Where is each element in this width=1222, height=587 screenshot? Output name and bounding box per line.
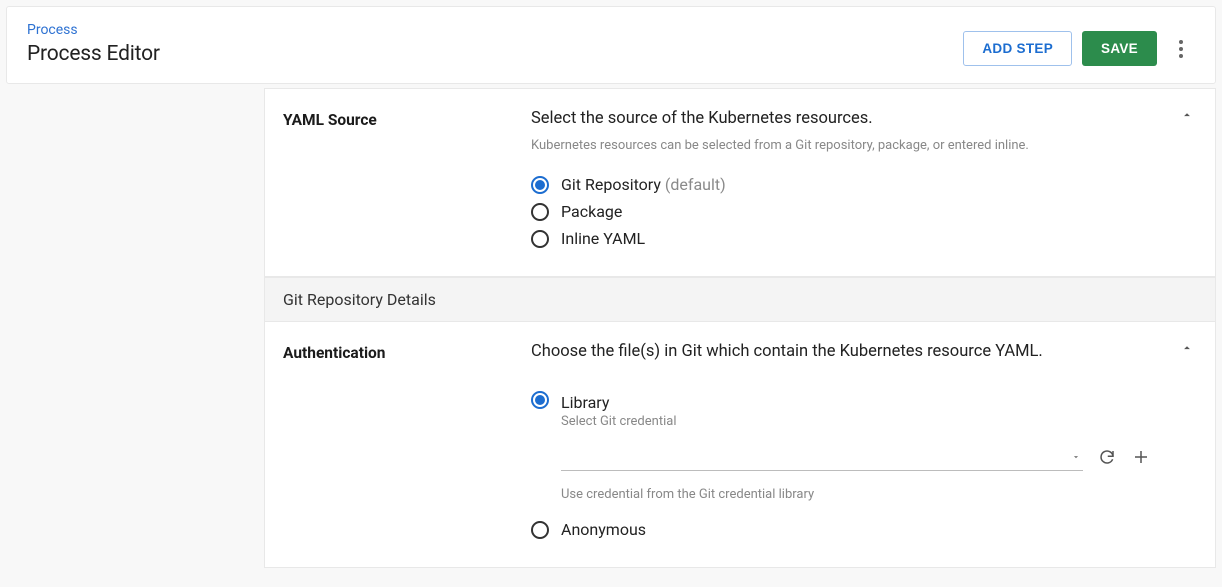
radio-label: Inline YAML [561, 229, 645, 248]
radio-icon [531, 176, 549, 194]
yaml-source-desc: Select the source of the Kubernetes reso… [531, 109, 1151, 128]
header-actions: ADD STEP SAVE [963, 31, 1195, 66]
git-credential-row [561, 443, 1151, 471]
kebab-icon [1179, 40, 1183, 58]
library-label: Library [561, 393, 1151, 412]
yaml-source-section: YAML Source Select the source of the Kub… [265, 89, 1215, 277]
radio-inline-yaml[interactable]: Inline YAML [531, 229, 1151, 248]
chevron-up-icon [1180, 108, 1194, 122]
breadcrumb[interactable]: Process [27, 22, 160, 38]
authentication-body: Choose the file(s) in Git which contain … [531, 342, 1191, 539]
library-field-hint: Use credential from the Git credential l… [561, 487, 1151, 502]
radio-label: Package [561, 202, 622, 221]
dropdown-caret-icon [1071, 452, 1081, 462]
refresh-icon [1098, 448, 1116, 466]
radio-library[interactable]: Library Select Git credential [531, 389, 1151, 520]
main-column: YAML Source Select the source of the Kub… [264, 88, 1216, 568]
radio-icon [531, 203, 549, 221]
yaml-source-radio-group: Git Repository (default) Package Inline … [531, 175, 1151, 248]
authentication-desc: Choose the file(s) in Git which contain … [531, 342, 1151, 361]
refresh-credentials-button[interactable] [1097, 447, 1117, 467]
collapse-toggle[interactable] [1177, 338, 1197, 358]
add-step-button[interactable]: ADD STEP [963, 31, 1072, 66]
yaml-source-hint: Kubernetes resources can be selected fro… [531, 138, 1151, 153]
radio-label: Anonymous [561, 520, 646, 539]
radio-git-repository[interactable]: Git Repository (default) [531, 175, 1151, 194]
library-subhint: Select Git credential [561, 414, 1151, 429]
authentication-label: Authentication [283, 342, 531, 539]
authentication-section: Authentication Choose the file(s) in Git… [265, 322, 1215, 567]
plus-icon [1132, 448, 1150, 466]
editor-body: YAML Source Select the source of the Kub… [6, 88, 1216, 568]
radio-anonymous[interactable]: Anonymous [531, 520, 1151, 539]
left-gutter [6, 88, 264, 568]
collapse-toggle[interactable] [1177, 105, 1197, 125]
yaml-source-label: YAML Source [283, 109, 531, 248]
chevron-up-icon [1180, 341, 1194, 355]
radio-icon [531, 521, 549, 539]
radio-label: Git Repository (default) [561, 175, 726, 194]
git-credential-select[interactable] [561, 443, 1083, 471]
radio-package[interactable]: Package [531, 202, 1151, 221]
page-title: Process Editor [27, 42, 160, 66]
header-titles: Process Process Editor [27, 22, 160, 66]
page-header: Process Process Editor ADD STEP SAVE [6, 6, 1216, 84]
git-repo-details-header: Git Repository Details [265, 277, 1215, 322]
radio-icon [531, 230, 549, 248]
save-button[interactable]: SAVE [1082, 31, 1157, 66]
yaml-source-body: Select the source of the Kubernetes reso… [531, 109, 1191, 248]
overflow-menu-button[interactable] [1167, 33, 1195, 65]
radio-icon [531, 391, 549, 409]
add-credential-button[interactable] [1131, 447, 1151, 467]
